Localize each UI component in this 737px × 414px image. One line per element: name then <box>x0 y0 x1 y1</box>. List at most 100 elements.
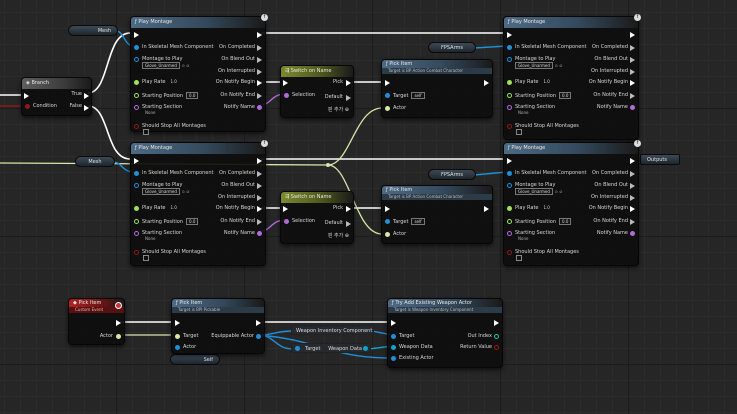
exec-out-pin[interactable] <box>484 80 489 86</box>
play-rate-pin[interactable] <box>134 206 139 211</box>
starting-position-input[interactable]: 0.0 <box>186 92 199 99</box>
existing-actor-pin[interactable] <box>391 356 396 361</box>
out-index-pin[interactable] <box>494 334 499 339</box>
return-value-pin[interactable] <box>494 345 499 350</box>
play-rate-pin[interactable] <box>134 80 139 85</box>
mesh-variable-top[interactable]: Mesh <box>68 25 118 36</box>
exec-in-pin[interactable] <box>507 32 512 38</box>
on-notify-end-pin[interactable] <box>630 93 635 99</box>
on-blend-out-pin[interactable] <box>257 57 262 63</box>
default-exec-pin[interactable] <box>346 95 351 101</box>
play-montage-node-bottom-left[interactable]: ƒ Play Montage f In Skeletal Mesh Compon… <box>130 140 268 266</box>
on-interrupted-pin[interactable] <box>630 69 635 75</box>
selection-pin[interactable] <box>284 93 289 98</box>
starting-position-pin[interactable] <box>134 93 139 98</box>
should-stop-checkbox[interactable] <box>143 255 149 261</box>
weapon-data-getter[interactable]: Target Weapon Data <box>291 343 371 353</box>
starting-position-input[interactable]: 0.0 <box>559 218 572 225</box>
play-montage-node-top-right[interactable]: ƒ Play Montage f In Skeletal Mesh Compon… <box>503 14 641 140</box>
montage-asset-dropdown[interactable]: Glove_Unarmed <box>142 62 180 69</box>
montage-to-play-pin[interactable] <box>134 57 139 62</box>
play-rate-input[interactable]: 1.0 <box>541 79 551 84</box>
asset-browse-icons[interactable]: ⊙ ⊘ <box>554 189 562 194</box>
on-notify-begin-pin[interactable] <box>257 80 262 86</box>
try-add-existing-weapon-node[interactable]: ƒ Try Add Existing Weapon Actor Target i… <box>387 298 503 368</box>
pick-exec-pin[interactable] <box>346 80 351 86</box>
selection-pin[interactable] <box>284 219 289 224</box>
equippable-actor-pin[interactable] <box>256 334 261 339</box>
play-rate-input[interactable]: 1.0 <box>541 205 551 210</box>
starting-section-input[interactable]: None <box>518 109 528 116</box>
starting-position-pin[interactable] <box>507 219 512 224</box>
asset-browse-icons[interactable]: ⊙ ⊘ <box>181 189 189 194</box>
notify-name-pin[interactable] <box>630 231 635 236</box>
pick-exec-pin[interactable] <box>346 206 351 212</box>
should-stop-pin[interactable] <box>507 250 512 255</box>
asset-browse-icons[interactable]: ⊙ ⊘ <box>554 63 562 68</box>
play-montage-node-bottom-right[interactable]: ƒ Play Montage f In Skeletal Mesh Compon… <box>503 140 641 266</box>
pick-item-pickable-node[interactable]: ƒ Pick Item Target is BPI Pickable Targe… <box>171 298 265 354</box>
exec-in-pin[interactable] <box>175 320 180 326</box>
play-rate-input[interactable]: 1.0 <box>168 79 178 84</box>
switch-on-name-node-top[interactable]: ⇶ Switch on Name Pick Selection Default … <box>280 65 354 118</box>
on-interrupted-pin[interactable] <box>257 195 262 201</box>
on-notify-end-pin[interactable] <box>257 93 262 99</box>
on-blend-out-pin[interactable] <box>257 183 262 189</box>
exec-out-pin[interactable] <box>484 206 489 212</box>
montage-asset-dropdown[interactable]: Glove_Unarmed <box>515 188 553 195</box>
actor-pin[interactable] <box>175 345 180 350</box>
montage-to-play-pin[interactable] <box>507 183 512 188</box>
starting-section-pin[interactable] <box>507 105 512 110</box>
on-notify-begin-pin[interactable] <box>257 206 262 212</box>
starting-position-input[interactable]: 0.0 <box>186 218 199 225</box>
play-rate-pin[interactable] <box>507 206 512 211</box>
exec-out-pin[interactable] <box>116 320 121 326</box>
pick-item-combat-node-top[interactable]: ƒ Pick Item Target is BP Action Combat C… <box>381 59 493 118</box>
play-rate-pin[interactable] <box>507 80 512 85</box>
notify-name-pin[interactable] <box>630 105 635 110</box>
exec-out-pin[interactable] <box>494 320 499 326</box>
fpsarms-variable-bottom[interactable]: FPSArms <box>428 169 476 180</box>
mesh-variable-bottom[interactable]: Mesh <box>75 156 115 167</box>
in-mesh-pin[interactable] <box>507 45 512 50</box>
should-stop-checkbox[interactable] <box>143 129 149 135</box>
montage-to-play-pin[interactable] <box>507 57 512 62</box>
actor-pin[interactable] <box>385 232 390 237</box>
montage-to-play-pin[interactable] <box>134 183 139 188</box>
play-rate-input[interactable]: 1.0 <box>168 205 178 210</box>
false-exec-pin[interactable] <box>84 105 89 111</box>
montage-asset-dropdown[interactable]: Glove_Unarmed <box>515 62 553 69</box>
starting-section-pin[interactable] <box>134 231 139 236</box>
starting-position-pin[interactable] <box>134 219 139 224</box>
in-mesh-pin[interactable] <box>134 45 139 50</box>
add-pin-button[interactable]: 핀 추가 ⊕ <box>328 107 349 114</box>
should-stop-pin[interactable] <box>134 124 139 129</box>
on-interrupted-pin[interactable] <box>630 195 635 201</box>
weapon-data-pin[interactable] <box>391 345 396 350</box>
exec-in-pin[interactable] <box>507 158 512 164</box>
on-completed-pin[interactable] <box>257 171 262 177</box>
on-blend-out-pin[interactable] <box>630 57 635 63</box>
default-exec-pin[interactable] <box>346 221 351 227</box>
target-pin[interactable] <box>175 334 180 339</box>
true-exec-pin[interactable] <box>84 93 89 99</box>
on-interrupted-pin[interactable] <box>257 69 262 75</box>
event-delegate-icon[interactable] <box>115 302 122 309</box>
exec-in-pin[interactable] <box>24 93 29 99</box>
exec-out-pin[interactable] <box>257 158 262 164</box>
target-pin[interactable] <box>385 93 390 98</box>
actor-out-pin[interactable] <box>116 334 121 339</box>
starting-section-input[interactable]: None <box>518 235 528 242</box>
on-notify-begin-pin[interactable] <box>630 80 635 86</box>
switch-on-name-node-bottom[interactable]: ⇶ Switch on Name Pick Selection Default … <box>280 191 354 244</box>
notify-name-pin[interactable] <box>257 231 262 236</box>
branch-node[interactable]: ◈ Branch True Condition False <box>21 77 92 116</box>
exec-out-pin[interactable] <box>630 32 635 38</box>
on-blend-out-pin[interactable] <box>630 183 635 189</box>
target-pin[interactable] <box>385 219 390 224</box>
add-pin-button[interactable]: 핀 추가 ⊕ <box>328 233 349 240</box>
should-stop-pin[interactable] <box>507 124 512 129</box>
pick-item-combat-node-bottom[interactable]: ƒ Pick Item Target is BP Action Combat C… <box>381 185 493 244</box>
on-notify-begin-pin[interactable] <box>630 206 635 212</box>
exec-out-pin[interactable] <box>257 32 262 38</box>
